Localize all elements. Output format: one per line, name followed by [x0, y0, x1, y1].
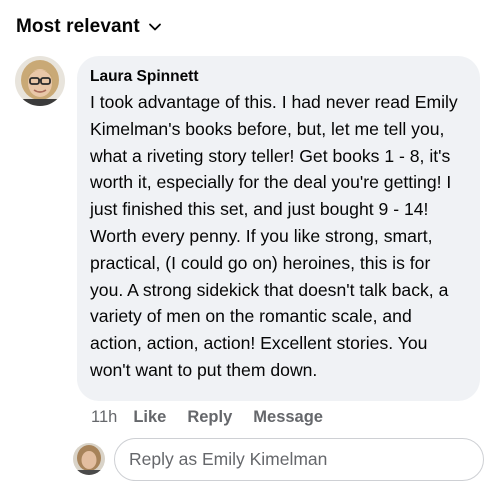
comment-actions: 11h Like Reply Message [91, 405, 344, 429]
like-button[interactable]: Like [133, 408, 166, 427]
reply-input[interactable] [129, 449, 483, 470]
comment-bubble: Laura Spinnett I took advantage of this.… [77, 56, 480, 401]
sort-label: Most relevant [16, 16, 140, 37]
reply-avatar [73, 443, 105, 475]
commenter-avatar[interactable] [15, 56, 65, 106]
chevron-down-icon [148, 23, 161, 31]
comment-text: I took advantage of this. I had never re… [90, 92, 458, 380]
reply-field[interactable] [114, 438, 484, 481]
message-button[interactable]: Message [253, 408, 323, 427]
sort-dropdown[interactable]: Most relevant [16, 12, 162, 42]
comment-author[interactable]: Laura Spinnett [90, 67, 466, 86]
comment-timestamp[interactable]: 11h [91, 408, 117, 427]
reply-button[interactable]: Reply [187, 408, 232, 427]
